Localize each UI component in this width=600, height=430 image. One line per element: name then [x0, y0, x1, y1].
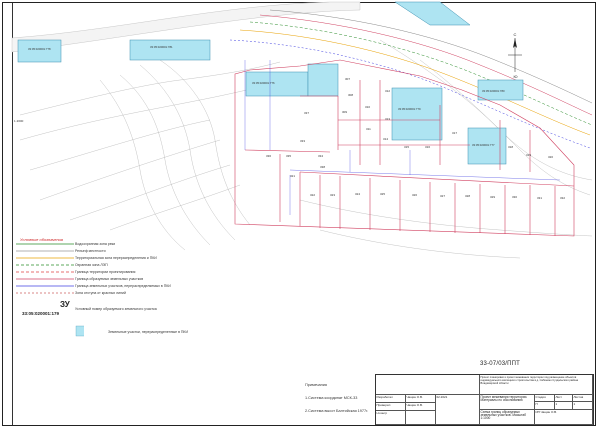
role-label: Проверил — [376, 403, 406, 411]
role-label: Н.контр — [376, 411, 406, 425]
legend-item: Охранная зона ЛЭП — [75, 263, 108, 267]
notes-line: 1.Система координат МСК-33 — [305, 396, 358, 400]
parcel-number: 336 — [266, 154, 271, 158]
title-block: 33-07/03/ППТ Проект планировки и проект … — [375, 361, 594, 425]
legend-samples — [16, 243, 84, 337]
parcel-number: 318 — [508, 145, 513, 149]
zone-label: 33:05:020001:776 — [252, 81, 275, 85]
sheets-label: Листов — [573, 395, 593, 402]
parcel-number: 330 — [512, 195, 517, 199]
zone-label: 33:05:020001:778 — [28, 47, 51, 51]
parcel-number: 338 — [320, 165, 325, 169]
stage-value: П — [535, 402, 555, 410]
parcel-number: 307 — [345, 77, 350, 81]
zu-symbol: ЗУ — [60, 300, 70, 309]
project-description: Проект планировки и проект межевания тер… — [480, 375, 593, 395]
legend-item: Граница земельных участков, перераспреде… — [75, 284, 171, 288]
parcel-number: 309 — [342, 110, 347, 114]
parcel-number: 319 — [526, 153, 531, 157]
parcel-number: 331 — [537, 196, 542, 200]
parcel-number: 333 — [300, 139, 305, 143]
revision-grid — [376, 375, 480, 395]
parcel-number: 317 — [452, 131, 457, 135]
parcel-number: 308 — [348, 93, 353, 97]
parcel-number: 314 — [383, 137, 388, 141]
date-cell: 02.2021 — [436, 395, 480, 425]
parcel-number: 326 — [412, 193, 417, 197]
sheet-label: Лист — [555, 395, 573, 402]
stage-label: Стадия — [535, 395, 555, 402]
organization: ИП Чащин О.В. — [535, 410, 593, 425]
parcel-number: 332 — [560, 196, 565, 200]
drawing-code: 33-07/03/ППТ — [480, 361, 521, 367]
legend-item: Рельеф местности — [75, 249, 106, 253]
notes-line: 2.Система высот Балтийская 1977г. — [305, 409, 369, 413]
notes-title: Примечания — [305, 383, 327, 387]
sheet-value: 1 — [555, 402, 573, 410]
legend-item: Граница территории проектирования — [75, 270, 136, 274]
parcel-number: 335 — [286, 154, 291, 158]
parcel-number: 327 — [440, 194, 445, 198]
legend-item: Условный номер образуемого земельного уч… — [75, 307, 157, 311]
zone-label: 33:05:020001:781 — [150, 45, 173, 49]
parcel-number: 315 — [404, 145, 409, 149]
parcel-number: 329 — [490, 195, 495, 199]
zone-label: 33:05:020001:780 — [482, 89, 505, 93]
parcel-number: 320 — [548, 155, 553, 159]
scale-note: 1·2000 — [14, 119, 24, 123]
compass-south: Ю — [514, 74, 518, 79]
parcel-number: 316 — [425, 145, 430, 149]
parcel-number: 324 — [355, 192, 360, 196]
legend-item: Зона отступа от красных линий — [75, 291, 126, 295]
role-name — [406, 411, 436, 425]
parcel-number: 334 — [318, 154, 323, 158]
parcel-number: 325 — [380, 192, 385, 196]
legend-item: Территориальная зона перераспределения и… — [75, 256, 157, 260]
legend-item: Граница образуемых земельных участков — [75, 277, 144, 281]
zone-label: 33:05:020001:779 — [398, 107, 421, 111]
role-name: Чащин О.В. — [406, 403, 436, 411]
parcel-number: 323 — [330, 193, 335, 197]
north-arrow-icon: С Ю — [508, 32, 522, 79]
parcel-number: 337 — [304, 111, 309, 115]
parcel-number: 312 — [385, 89, 390, 93]
role-name: Чащин О.В. — [406, 395, 436, 403]
parcel-number: 310 — [365, 105, 370, 109]
parcel-number: 328 — [465, 194, 470, 198]
legend-item: Водоохранная зона реки — [75, 242, 116, 246]
zone-label: 33:05:020001:777 — [472, 143, 495, 147]
compass-north: С — [514, 32, 517, 37]
parcel-number: 322 — [310, 193, 315, 197]
notes: Примечания 1.Система координат МСК-33 2.… — [305, 383, 368, 422]
drawing-sheet: 33:05:020001:778 33:05:020001:781 33:05:… — [0, 0, 600, 430]
parcel-number: 311 — [366, 127, 371, 131]
sheet-title: Схема границ образуемых земельных участк… — [480, 410, 535, 425]
drawing-title: Проект межевания территории. Материалы п… — [480, 395, 535, 410]
parcel-number: 313 — [385, 117, 390, 121]
role-label: Разработал — [376, 395, 406, 403]
parcel-number: 321 — [290, 174, 295, 178]
sheets-value: 1 — [573, 402, 593, 410]
cadastral-number: 33:05:020001:179 — [22, 311, 60, 316]
legend-item: Земельные участки, перераспределенные в … — [108, 330, 188, 334]
